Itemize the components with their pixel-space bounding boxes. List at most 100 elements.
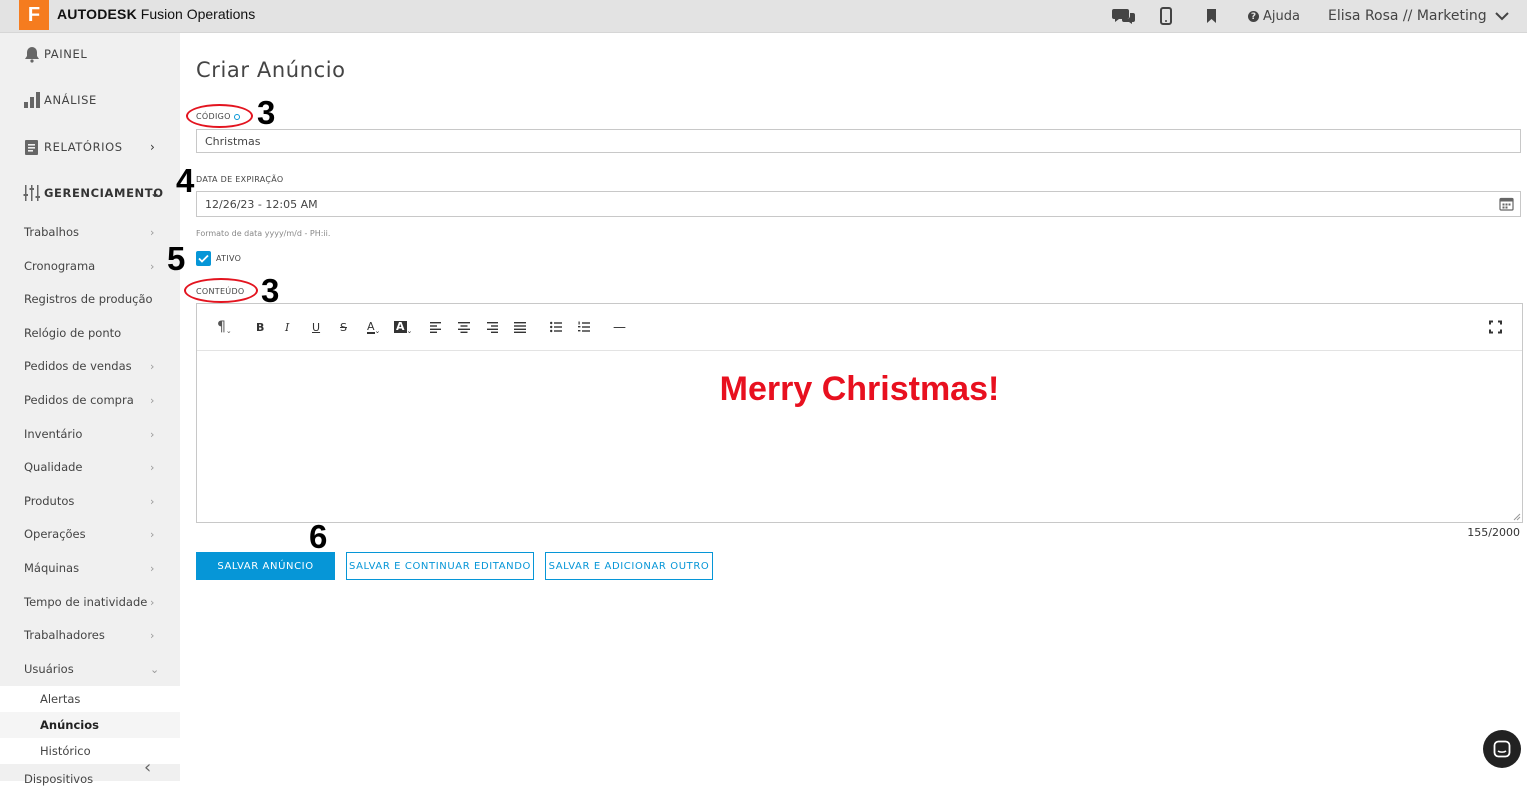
fullscreen-icon[interactable]: [1489, 319, 1502, 335]
sidebar-item-label: Pedidos de vendas: [24, 359, 132, 373]
sidebar-item-inventario[interactable]: Inventário ›: [0, 419, 180, 449]
user-menu[interactable]: Elisa Rosa // Marketing: [1328, 8, 1509, 24]
annotation-ring-content: [184, 278, 258, 303]
sidebar-item-dispositivos[interactable]: Dispositivos: [0, 766, 180, 786]
sidebar-item-label: Operações: [24, 527, 86, 541]
sidebar-item-label: Relógio de ponto: [24, 326, 122, 340]
sidebar-item-usuarios[interactable]: Usuários ⌄: [0, 654, 180, 684]
chevron-down-icon: [1494, 11, 1509, 20]
bookmark-icon[interactable]: [1206, 7, 1217, 25]
sidebar-item-alertas[interactable]: Alertas: [0, 686, 180, 712]
rich-text-editor[interactable]: ¶ ⌄ B I U S A ⌄ A ⌄ — Merry Christmas!: [196, 303, 1523, 523]
sidebar-item-analise[interactable]: ANÁLISE: [0, 80, 180, 120]
sidebar-item-label: Cronograma: [24, 259, 96, 273]
annotation-number-expiry: 4: [176, 162, 195, 199]
horizontal-line-button[interactable]: —: [613, 319, 626, 335]
sidebar-item-label: Registros de produção: [24, 292, 153, 306]
active-checkbox[interactable]: [196, 251, 211, 266]
sidebar-item-pedidos-compra[interactable]: Pedidos de compra ›: [0, 385, 180, 415]
sidebar-item-trabalhos[interactable]: Trabalhos ›: [0, 217, 180, 247]
sidebar-item-gerenciamento[interactable]: GERENCIAMENTO ⌄: [0, 173, 180, 213]
help-link[interactable]: ? Ajuda: [1248, 9, 1300, 24]
background-color-button[interactable]: A ⌄: [394, 319, 412, 335]
paragraph-format-button[interactable]: ¶ ⌄: [217, 319, 232, 335]
bar-chart-icon: [24, 92, 40, 108]
font-color-button[interactable]: A ⌄: [367, 319, 380, 335]
sidebar-item-label: PAINEL: [44, 47, 88, 61]
chevron-right-icon: ›: [150, 140, 156, 154]
sidebar-item-produtos[interactable]: Produtos ›: [0, 486, 180, 516]
strikethrough-icon: S: [340, 320, 347, 334]
sidebar-item-label: Anúncios: [40, 718, 99, 732]
sidebar-item-qualidade[interactable]: Qualidade ›: [0, 452, 180, 482]
bold-button[interactable]: B: [256, 319, 264, 335]
active-label: ATIVO: [216, 254, 242, 263]
sidebar-item-maquinas[interactable]: Máquinas ›: [0, 553, 180, 583]
save-announcement-button[interactable]: SALVAR ANÚNCIO: [196, 552, 335, 580]
sidebar-item-label: Trabalhadores: [24, 628, 105, 642]
chevron-right-icon: ›: [150, 225, 155, 239]
chevron-right-icon: ›: [150, 628, 155, 642]
chevron-right-icon: ›: [150, 494, 155, 508]
sidebar-item-trabalhadores[interactable]: Trabalhadores ›: [0, 620, 180, 650]
chat-bubble-icon: [1493, 740, 1511, 758]
sidebar-item-relogio[interactable]: Relógio de ponto: [0, 318, 180, 348]
align-justify-icon[interactable]: [514, 319, 526, 335]
logo-letter: F: [27, 3, 41, 26]
save-continue-button[interactable]: SALVAR E CONTINUAR EDITANDO: [346, 552, 534, 580]
sidebar-item-operacoes[interactable]: Operações ›: [0, 519, 180, 549]
underline-button[interactable]: U: [312, 319, 320, 335]
chevron-down-icon: ⌄: [150, 662, 160, 676]
sidebar-item-label: Alertas: [40, 692, 81, 706]
editor-content[interactable]: Merry Christmas!: [197, 370, 1522, 409]
chevron-right-icon: ›: [150, 259, 155, 273]
sidebar-item-tempo-inatividade[interactable]: Tempo de inatividade ›: [0, 587, 180, 617]
brand-name: AUTODESK Fusion Operations: [57, 6, 255, 22]
check-icon: [198, 254, 209, 263]
sidebar-item-registros[interactable]: Registros de produção: [0, 284, 180, 314]
annotation-number-active: 5: [167, 240, 186, 277]
sidebar-item-label: Pedidos de compra: [24, 393, 134, 407]
sidebar-item-pedidos-vendas[interactable]: Pedidos de vendas ›: [0, 351, 180, 381]
italic-button[interactable]: I: [285, 319, 289, 335]
sidebar-item-label: RELATÓRIOS: [44, 140, 123, 154]
sliders-icon: [23, 185, 40, 201]
bullet-list-icon[interactable]: [550, 319, 562, 335]
chevron-right-icon: ›: [150, 460, 155, 474]
chevron-right-icon: ›: [150, 561, 155, 575]
expiry-input[interactable]: 12/26/23 - 12:05 AM: [196, 191, 1521, 217]
sidebar-item-historico[interactable]: Histórico: [0, 738, 180, 764]
align-right-icon[interactable]: [486, 319, 498, 335]
top-bar: F AUTODESK Fusion Operations ? Ajuda Eli…: [0, 0, 1527, 33]
calendar-icon[interactable]: [1499, 196, 1514, 211]
chat-icon[interactable]: [1112, 7, 1136, 25]
align-left-icon[interactable]: [430, 319, 442, 335]
annotation-ring-code: [186, 104, 253, 128]
sidebar-item-painel[interactable]: PAINEL: [0, 34, 180, 74]
sidebar-item-label: Produtos: [24, 494, 75, 508]
code-input[interactable]: Christmas: [196, 129, 1521, 153]
sidebar-item-cronograma[interactable]: Cronograma ›: [0, 251, 180, 281]
bold-icon: B: [256, 320, 265, 334]
collapse-sidebar-icon[interactable]: ‹: [144, 757, 151, 778]
support-chat-button[interactable]: [1483, 730, 1521, 768]
fusion-logo[interactable]: F: [19, 0, 49, 30]
chevron-down-icon: ⌄: [150, 186, 161, 200]
sidebar-item-anuncios[interactable]: Anúncios: [0, 712, 180, 738]
chevron-right-icon: ›: [150, 393, 155, 407]
resize-handle-icon[interactable]: [1513, 513, 1521, 521]
sidebar-item-relatorios[interactable]: RELATÓRIOS ›: [0, 127, 180, 167]
sidebar-item-label: Máquinas: [24, 561, 80, 575]
sidebar: PAINEL ANÁLISE RELATÓRIOS › GERENCIAMENT…: [0, 33, 180, 786]
numbered-list-icon[interactable]: [578, 319, 590, 335]
strikethrough-button[interactable]: S: [340, 319, 347, 335]
expiry-value: 12/26/23 - 12:05 AM: [205, 197, 318, 211]
code-value: Christmas: [205, 134, 261, 148]
page-title: Criar Anúncio: [196, 58, 346, 82]
mobile-icon[interactable]: [1160, 7, 1172, 25]
user-label: Elisa Rosa // Marketing: [1328, 8, 1487, 24]
underline-icon: U: [312, 320, 321, 334]
align-center-icon[interactable]: [458, 319, 470, 335]
save-add-another-button[interactable]: SALVAR E ADICIONAR OUTRO: [545, 552, 713, 580]
sidebar-item-label: Tempo de inatividade: [24, 595, 148, 609]
